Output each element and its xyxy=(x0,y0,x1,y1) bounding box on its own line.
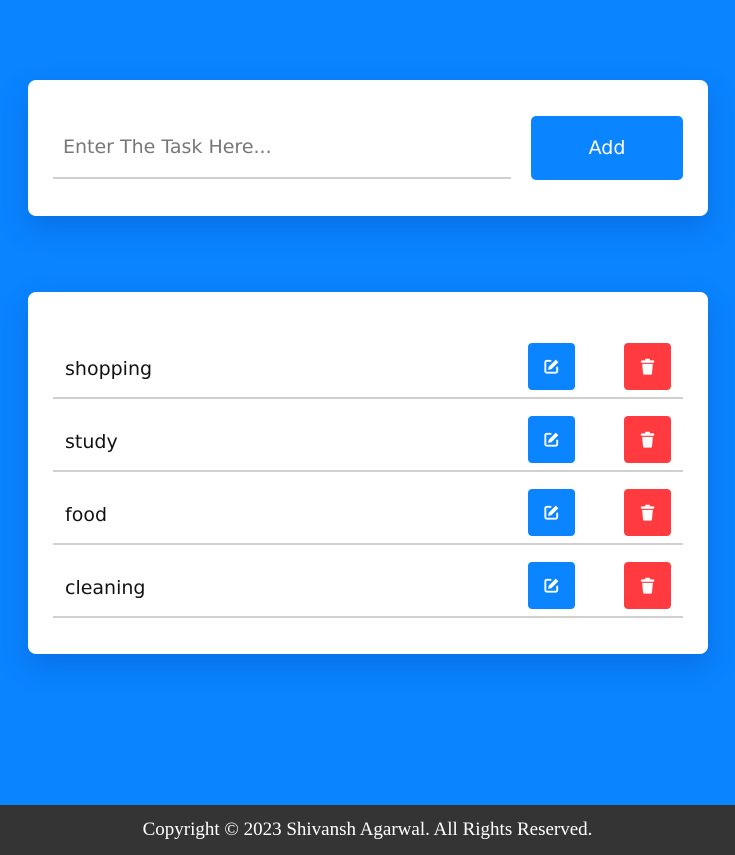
task-list: shopping study food cleaning xyxy=(53,338,683,618)
trash-icon xyxy=(638,430,657,449)
task-input[interactable] xyxy=(53,117,511,179)
task-list-panel: shopping study food cleaning xyxy=(28,292,708,654)
task-label: shopping xyxy=(65,358,153,380)
edit-icon xyxy=(542,576,561,595)
task-label: study xyxy=(65,431,118,453)
delete-button[interactable] xyxy=(624,562,671,609)
task-row: shopping xyxy=(53,338,683,399)
edit-button[interactable] xyxy=(528,416,575,463)
delete-button[interactable] xyxy=(624,416,671,463)
edit-button[interactable] xyxy=(528,562,575,609)
delete-button[interactable] xyxy=(624,343,671,390)
task-label: cleaning xyxy=(65,577,146,599)
edit-icon xyxy=(542,430,561,449)
task-row: cleaning xyxy=(53,545,683,618)
edit-icon xyxy=(542,503,561,522)
task-row: study xyxy=(53,399,683,472)
add-button[interactable]: Add xyxy=(531,116,683,180)
footer: Copyright © 2023 Shivansh Agarwal. All R… xyxy=(0,805,735,855)
task-row: food xyxy=(53,472,683,545)
delete-button[interactable] xyxy=(624,489,671,536)
task-input-panel: Add xyxy=(28,80,708,216)
trash-icon xyxy=(638,503,657,522)
trash-icon xyxy=(638,576,657,595)
edit-button[interactable] xyxy=(528,489,575,536)
task-label: food xyxy=(65,504,107,526)
edit-icon xyxy=(542,357,561,376)
edit-button[interactable] xyxy=(528,343,575,390)
trash-icon xyxy=(638,357,657,376)
copyright-text: Copyright © 2023 Shivansh Agarwal. All R… xyxy=(142,819,593,840)
